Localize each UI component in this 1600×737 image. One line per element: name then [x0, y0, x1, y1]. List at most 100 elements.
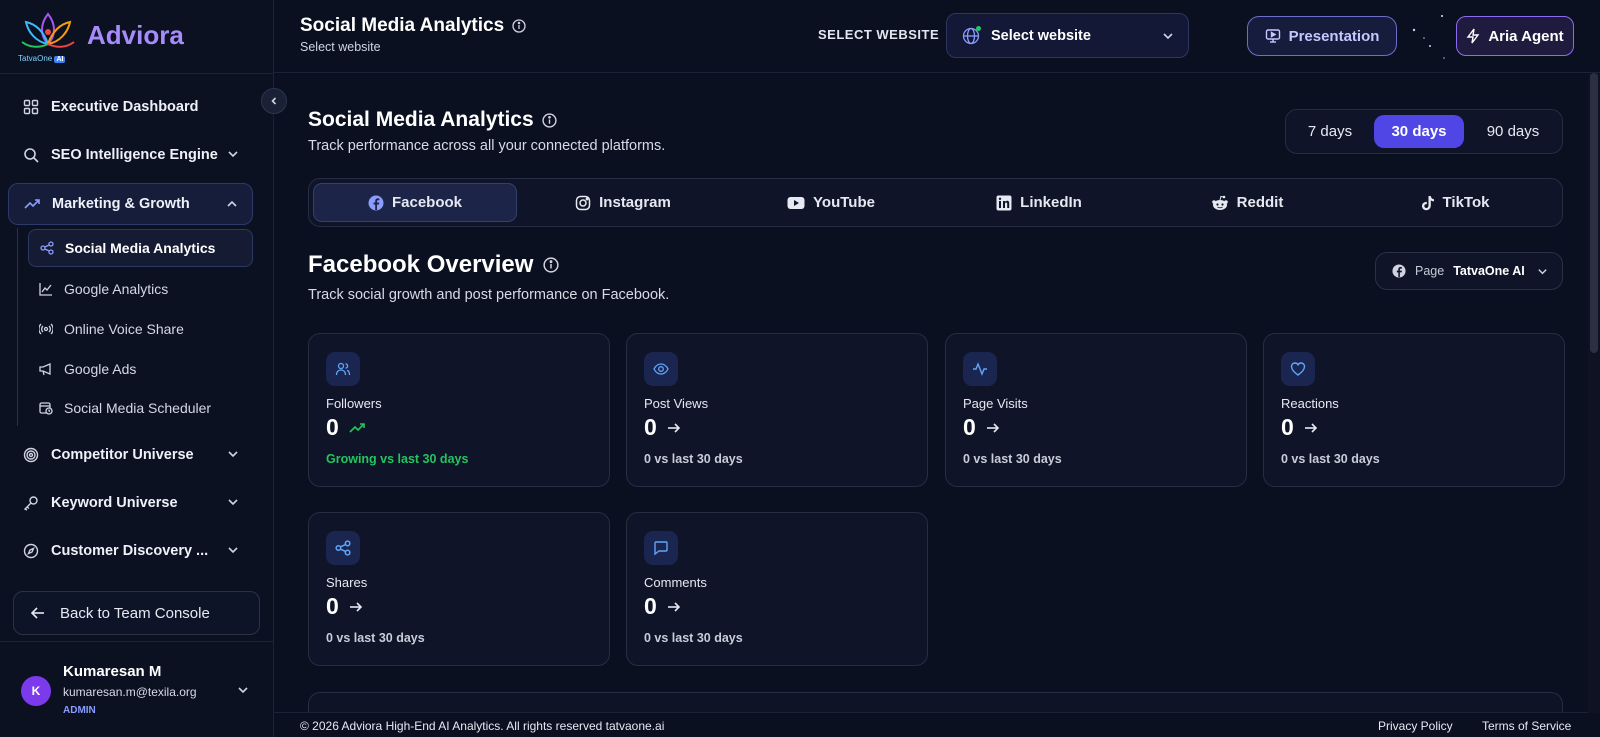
- overview-title: Facebook Overview: [308, 251, 560, 279]
- metric-label: Page Visits: [963, 396, 1028, 411]
- range-7-days[interactable]: 7 days: [1291, 115, 1369, 148]
- metric-card-reactions: Reactions 0 0 vs last 30 days: [1263, 333, 1565, 487]
- calendar-clock-icon: [38, 400, 54, 416]
- presentation-icon: [1265, 28, 1281, 44]
- metric-value: 0: [644, 593, 681, 620]
- sidebar-subitem-label: Online Voice Share: [64, 321, 184, 337]
- aria-agent-label: Aria Agent: [1488, 27, 1564, 45]
- presentation-button[interactable]: Presentation: [1247, 16, 1397, 56]
- users-icon: [326, 352, 360, 386]
- tab-instagram[interactable]: Instagram: [521, 183, 725, 222]
- aria-agent-button[interactable]: Aria Agent: [1456, 16, 1574, 56]
- metric-value: 0: [963, 414, 1000, 441]
- tab-tiktok[interactable]: TikTok: [1353, 183, 1557, 222]
- sidebar-subitem-label: Social Media Scheduler: [64, 400, 212, 416]
- sidebar-subitem-label: Google Ads: [64, 361, 137, 377]
- share-icon: [326, 531, 360, 565]
- metric-value: 0: [326, 414, 365, 441]
- message-icon: [644, 531, 678, 565]
- terms-of-service-link[interactable]: Terms of Service: [1482, 719, 1571, 733]
- sidebar-item-customer-discovery[interactable]: Customer Discovery ...: [8, 530, 253, 572]
- sidebar-subitem-label: Google Analytics: [64, 281, 169, 297]
- sidebar-item-competitor-universe[interactable]: Competitor Universe: [8, 434, 253, 476]
- info-icon[interactable]: [542, 112, 557, 128]
- linkedin-icon: [996, 195, 1012, 211]
- trending-up-icon: [23, 195, 41, 213]
- sidebar-item-label: Executive Dashboard: [51, 99, 199, 115]
- back-label: Back to Team Console: [60, 604, 210, 622]
- brand[interactable]: Adviora TatvaOne AI: [16, 8, 266, 66]
- overview-subtitle: Track social growth and post performance…: [308, 287, 670, 303]
- scrollbar-thumb[interactable]: [1590, 73, 1598, 353]
- tab-reddit[interactable]: Reddit: [1145, 183, 1349, 222]
- reddit-icon: [1211, 195, 1229, 211]
- arrow-right-icon: [349, 601, 363, 613]
- sidebar-item-label: Marketing & Growth: [52, 196, 190, 212]
- key-icon: [22, 494, 40, 512]
- metric-value-text: 0: [1281, 414, 1294, 440]
- tab-label: Reddit: [1236, 194, 1284, 211]
- metric-card-page-visits: Page Visits 0 0 vs last 30 days: [945, 333, 1247, 487]
- sidebar-collapse-button[interactable]: [261, 88, 287, 114]
- footer: © 2026 Adviora High-End AI Analytics. Al…: [274, 712, 1588, 737]
- tab-label: Instagram: [599, 194, 671, 211]
- line-chart-icon: [38, 281, 54, 297]
- page-select-value: TatvaOne AI: [1453, 264, 1525, 278]
- user-email: kumaresan.m@texila.org: [63, 685, 197, 699]
- sidebar-subitem-social-media-scheduler[interactable]: Social Media Scheduler: [28, 389, 253, 427]
- sidebar-subitem-google-ads[interactable]: Google Ads: [28, 350, 253, 388]
- tab-youtube[interactable]: YouTube: [729, 183, 933, 222]
- chevron-up-icon: [226, 198, 238, 210]
- grid-icon: [22, 98, 40, 116]
- brand-name: Adviora: [87, 20, 184, 50]
- metric-card-followers: Followers 0 Growing vs last 30 days: [308, 333, 610, 487]
- megaphone-icon: [38, 361, 54, 377]
- top-bar: Social Media Analytics Select website SE…: [274, 0, 1600, 73]
- range-90-days[interactable]: 90 days: [1468, 115, 1558, 148]
- sidebar-item-executive-dashboard[interactable]: Executive Dashboard: [8, 86, 253, 128]
- sidebar-subitem-label: Social Media Analytics: [65, 240, 216, 256]
- website-select[interactable]: Select website: [946, 13, 1189, 58]
- metric-note: 0 vs last 30 days: [326, 631, 425, 645]
- metric-value-text: 0: [644, 593, 657, 619]
- metric-note: 0 vs last 30 days: [644, 631, 743, 645]
- activity-icon: [963, 352, 997, 386]
- user-divider: [0, 641, 274, 642]
- page-select[interactable]: Page TatvaOne AI: [1375, 252, 1563, 290]
- tab-label: TikTok: [1442, 194, 1490, 211]
- chevron-down-icon: [227, 448, 239, 460]
- tab-facebook[interactable]: Facebook: [313, 183, 517, 222]
- chevron-down-icon: [227, 148, 239, 160]
- sidebar-item-keyword-universe[interactable]: Keyword Universe: [8, 482, 253, 524]
- arrow-right-icon: [1304, 422, 1318, 434]
- metric-value-text: 0: [644, 414, 657, 440]
- avatar[interactable]: K: [21, 676, 51, 706]
- info-icon[interactable]: [543, 257, 560, 273]
- range-30-days[interactable]: 30 days: [1374, 115, 1464, 148]
- select-website-label: SELECT WEBSITE: [818, 27, 940, 42]
- privacy-policy-link[interactable]: Privacy Policy: [1378, 719, 1453, 733]
- chevron-down-icon: [227, 496, 239, 508]
- facebook-icon: [1392, 264, 1406, 278]
- user-role-badge: ADMIN: [63, 705, 96, 716]
- arrow-left-icon: [30, 605, 46, 621]
- arrow-right-icon: [667, 601, 681, 613]
- sidebar-item-marketing-growth[interactable]: Marketing & Growth: [8, 183, 253, 225]
- metric-label: Shares: [326, 575, 368, 590]
- chevron-down-icon: [1537, 266, 1548, 277]
- user-menu-chevron-icon[interactable]: [237, 684, 249, 696]
- page-select-label: Page: [1415, 264, 1445, 278]
- metric-note: 0 vs last 30 days: [963, 452, 1062, 466]
- brand-sub: TatvaOne AI: [18, 54, 66, 63]
- info-icon[interactable]: [512, 19, 526, 33]
- footer-copyright: © 2026 Adviora High-End AI Analytics. Al…: [300, 719, 665, 733]
- brand-sub-prefix: TatvaOne: [18, 54, 53, 63]
- scrollbar[interactable]: [1588, 73, 1600, 713]
- compass-icon: [22, 542, 40, 560]
- back-to-team-console-button[interactable]: Back to Team Console: [13, 591, 260, 635]
- sidebar-item-seo-intelligence[interactable]: SEO Intelligence Engine: [8, 134, 253, 176]
- sidebar-subitem-google-analytics[interactable]: Google Analytics: [28, 270, 253, 308]
- sidebar-subitem-online-voice-share[interactable]: Online Voice Share: [28, 310, 253, 348]
- tab-linkedin[interactable]: LinkedIn: [937, 183, 1141, 222]
- sidebar-subitem-social-media-analytics[interactable]: Social Media Analytics: [28, 229, 253, 267]
